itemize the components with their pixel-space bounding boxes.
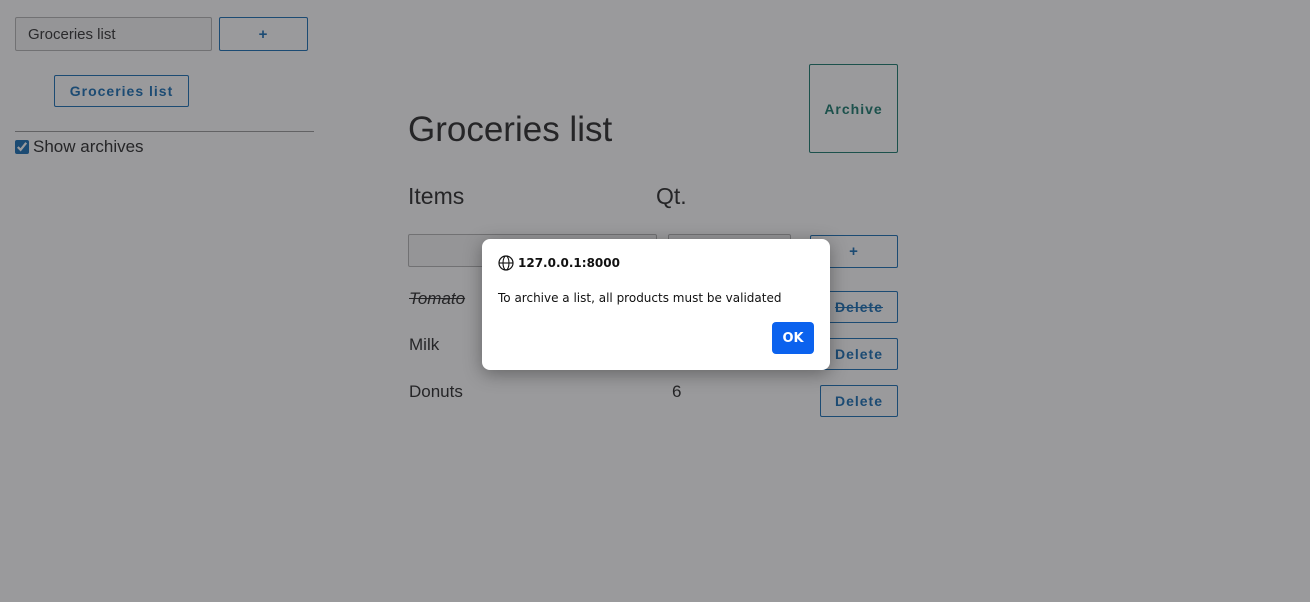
alert-dialog: 127.0.0.1:8000 To archive a list, all pr…	[482, 239, 830, 370]
globe-icon	[498, 255, 514, 271]
ok-button[interactable]: OK	[772, 322, 814, 354]
dialog-origin: 127.0.0.1:8000	[518, 256, 620, 270]
dialog-message: To archive a list, all products must be …	[498, 291, 782, 305]
